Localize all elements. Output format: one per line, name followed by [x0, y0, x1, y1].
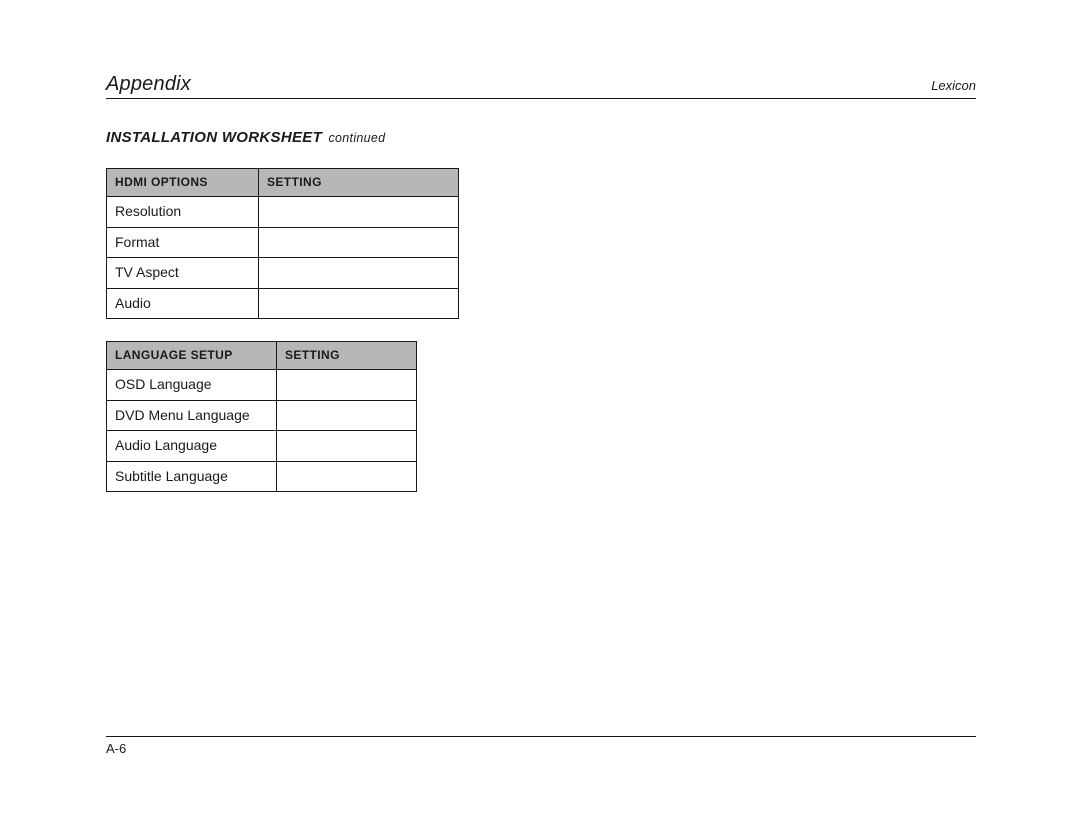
table-header-cell: Language Setup — [107, 342, 277, 370]
table-cell-label: OSD Language — [107, 370, 277, 401]
table-header-cell: Setting — [277, 342, 417, 370]
table-cell-label: Subtitle Language — [107, 461, 277, 492]
table-header-row: Hdmi Options Setting — [107, 169, 459, 197]
header-section-name: Appendix — [106, 73, 191, 96]
table-cell-value — [277, 370, 417, 401]
table-cell-label: Audio — [107, 288, 259, 319]
language-setup-table: Language Setup Setting OSD Language DVD … — [106, 341, 417, 492]
page-footer: A-6 — [106, 736, 976, 756]
table-row: DVD Menu Language — [107, 400, 417, 431]
table-header-cell: Setting — [259, 169, 459, 197]
table-cell-value — [259, 288, 459, 319]
header-brand-name: Lexicon — [931, 78, 976, 93]
table-cell-value — [277, 431, 417, 462]
page-content: Appendix Lexicon INSTALLATION WORKSHEET … — [106, 73, 976, 492]
table-cell-label: Resolution — [107, 197, 259, 228]
table-cell-value — [277, 400, 417, 431]
section-title: INSTALLATION WORKSHEET continued — [106, 129, 976, 146]
table-row: Format — [107, 227, 459, 258]
table-cell-value — [277, 461, 417, 492]
table-cell-label: Format — [107, 227, 259, 258]
page-header: Appendix Lexicon — [106, 73, 976, 99]
table-row: TV Aspect — [107, 258, 459, 289]
table-row: Audio Language — [107, 431, 417, 462]
table-cell-label: DVD Menu Language — [107, 400, 277, 431]
table-cell-value — [259, 197, 459, 228]
table-row: Resolution — [107, 197, 459, 228]
table-cell-value — [259, 227, 459, 258]
table-row: Subtitle Language — [107, 461, 417, 492]
table-cell-label: TV Aspect — [107, 258, 259, 289]
section-continued-label: continued — [329, 131, 386, 145]
page-number: A-6 — [106, 741, 126, 756]
table-header-row: Language Setup Setting — [107, 342, 417, 370]
table-row: OSD Language — [107, 370, 417, 401]
table-header-cell: Hdmi Options — [107, 169, 259, 197]
table-row: Audio — [107, 288, 459, 319]
table-cell-value — [259, 258, 459, 289]
hdmi-options-table: Hdmi Options Setting Resolution Format T… — [106, 168, 459, 319]
section-title-text: INSTALLATION WORKSHEET — [106, 129, 322, 146]
table-cell-label: Audio Language — [107, 431, 277, 462]
